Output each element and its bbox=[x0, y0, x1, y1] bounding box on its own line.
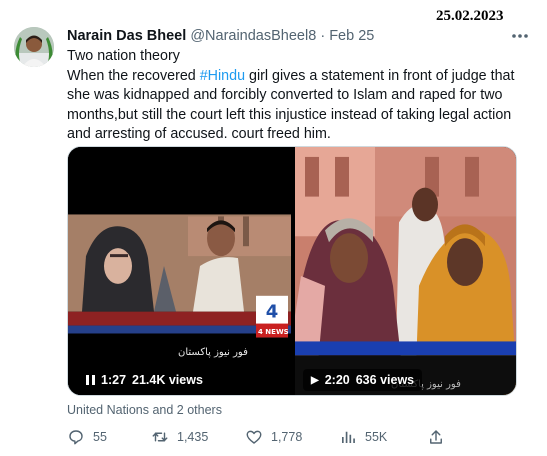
hashtag-link[interactable]: #Hindu bbox=[200, 68, 245, 84]
avatar[interactable] bbox=[14, 27, 54, 67]
tweet-text: Two nation theory When the recovered #Hi… bbox=[67, 47, 527, 145]
reply-count: 55 bbox=[93, 430, 107, 444]
video1-time: 1:27 bbox=[101, 373, 127, 387]
action-bar: 55 1,435 1,778 55K bbox=[67, 426, 527, 450]
video1-views: 21.4K views bbox=[132, 373, 203, 387]
tweet-header: Narain Das Bheel @NaraindasBheel8 · Feb … bbox=[67, 28, 374, 44]
share-button[interactable] bbox=[427, 426, 445, 448]
like-icon bbox=[246, 430, 262, 444]
svg-text:4: 4 bbox=[266, 302, 279, 323]
like-count: 1,778 bbox=[271, 430, 303, 444]
views-button[interactable]: 55K bbox=[339, 426, 387, 448]
tweet-line-title: Two nation theory bbox=[67, 48, 180, 64]
tagged-users-link[interactable]: United Nations and 2 others bbox=[67, 403, 222, 417]
display-name[interactable]: Narain Das Bheel bbox=[67, 28, 186, 44]
avatar-image bbox=[14, 27, 54, 67]
more-icon[interactable] bbox=[511, 30, 529, 42]
channel-watermark-1: فور نیوز پاکستان bbox=[178, 347, 248, 358]
like-button[interactable]: 1,778 bbox=[245, 426, 302, 448]
media-container: 4 4 NEWS فور نیوز پاکستان 1:27 21.4K vie… bbox=[67, 146, 517, 396]
reply-icon bbox=[69, 430, 83, 445]
video-player-2[interactable]: فور نیوز پاکستان ▶ 2:20 636 views bbox=[295, 147, 516, 395]
separator-dot: · bbox=[320, 28, 326, 44]
views-icon bbox=[342, 431, 355, 443]
video2-time: 2:20 bbox=[324, 373, 350, 387]
views-count: 55K bbox=[365, 430, 388, 444]
tweet-time[interactable]: Feb 25 bbox=[329, 28, 374, 44]
tweet-body: When the recovered #Hindu girl gives a s… bbox=[67, 67, 527, 145]
retweet-count: 1,435 bbox=[177, 430, 209, 444]
video-overlay-2: ▶ 2:20 636 views bbox=[303, 369, 423, 391]
channel-logo-text: 4 NEWS bbox=[258, 328, 288, 336]
retweet-icon bbox=[152, 432, 168, 442]
tweet-body-start: When the recovered bbox=[67, 67, 200, 84]
user-handle[interactable]: @NaraindasBheel8 bbox=[190, 28, 316, 44]
reply-button[interactable]: 55 bbox=[67, 426, 107, 448]
video-thumbnail-2 bbox=[295, 147, 516, 395]
video2-views: 636 views bbox=[355, 373, 415, 387]
play-icon[interactable]: ▶ bbox=[311, 375, 319, 386]
video-player-1[interactable]: 4 4 NEWS فور نیوز پاکستان 1:27 21.4K vie… bbox=[68, 147, 291, 395]
share-icon bbox=[430, 430, 442, 444]
date-stamp: 25.02.2023 bbox=[436, 8, 504, 24]
pause-icon[interactable] bbox=[86, 375, 95, 385]
retweet-button[interactable]: 1,435 bbox=[151, 426, 208, 448]
video-overlay-1: 1:27 21.4K views bbox=[78, 369, 211, 391]
